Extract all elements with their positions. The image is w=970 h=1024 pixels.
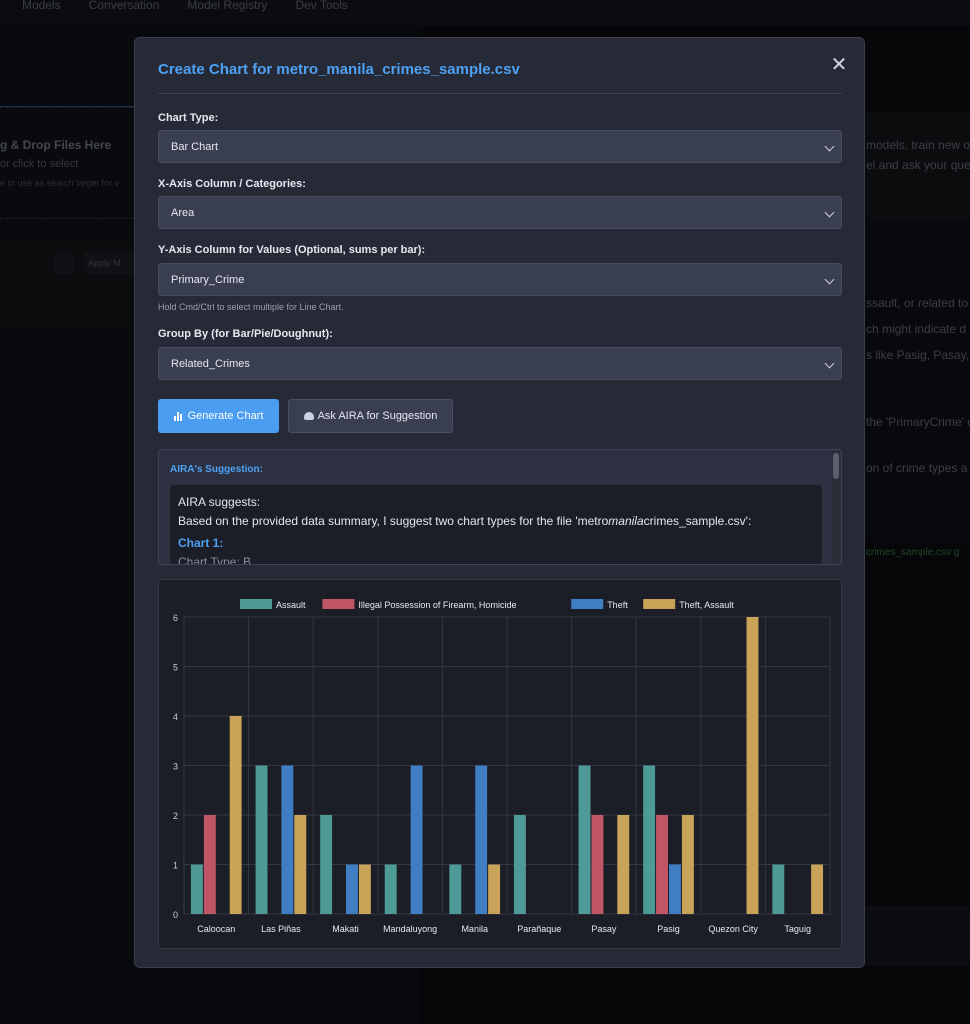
bar — [255, 765, 268, 914]
create-chart-modal: Create Chart for metro_manila_crimes_sam… — [134, 37, 865, 968]
group-by-value: Related_Crimes — [171, 358, 250, 370]
x-tick-label: Pasay — [591, 924, 617, 934]
x-axis-select[interactable]: Area — [158, 196, 842, 229]
x-tick-label: Makati — [332, 924, 359, 934]
bar-chart-icon — [173, 411, 184, 421]
y-tick-label: 1 — [173, 861, 178, 871]
x-tick-label: Parañaque — [517, 924, 561, 934]
x-tick-label: Pasig — [657, 924, 680, 934]
bar — [513, 815, 526, 914]
ask-aira-label: Ask AIRA for Suggestion — [317, 410, 438, 422]
x-axis-label: X-Axis Column / Categories: — [158, 178, 306, 190]
bar — [320, 815, 333, 914]
bar — [449, 864, 462, 914]
y-axis-hint: Hold Cmd/Ctrl to select multiple for Lin… — [158, 302, 344, 312]
y-tick-label: 2 — [173, 811, 178, 821]
bar — [591, 815, 604, 914]
bar — [811, 864, 824, 914]
bar — [617, 815, 630, 914]
legend-label: Theft, Assault — [679, 600, 734, 610]
bar — [384, 864, 397, 914]
generate-chart-button[interactable]: Generate Chart — [158, 399, 279, 433]
chart-type-label: Chart Type: — [158, 112, 219, 124]
x-tick-label: Caloocan — [197, 924, 235, 934]
y-axis-select[interactable]: Primary_Crime — [158, 263, 842, 296]
y-tick-label: 3 — [173, 762, 178, 772]
suggestion-line: Based on the provided data summary, I su… — [178, 514, 752, 528]
bar — [643, 765, 656, 914]
suggestion-title: AIRA's Suggestion: — [170, 464, 263, 475]
group-by-select[interactable]: Related_Crimes — [158, 347, 842, 380]
chevron-down-icon — [824, 358, 835, 369]
y-axis-value: Primary_Crime — [171, 274, 245, 286]
generate-chart-label: Generate Chart — [187, 410, 264, 422]
close-icon[interactable]: ✕ — [828, 54, 850, 76]
legend-swatch — [240, 599, 272, 609]
bar — [346, 864, 358, 914]
chevron-down-icon — [824, 274, 835, 285]
bar — [229, 716, 242, 914]
bar — [410, 765, 423, 914]
legend-swatch — [571, 599, 604, 609]
bar — [681, 815, 694, 914]
suggestion-line: Chart Type: B — [178, 555, 252, 565]
legend-label: Theft — [607, 600, 628, 610]
bar — [488, 864, 501, 914]
legend-swatch — [643, 599, 676, 609]
x-axis-value: Area — [171, 207, 195, 219]
bar — [746, 617, 759, 914]
chevron-down-icon — [824, 207, 835, 218]
y-axis-label: Y-Axis Column for Values (Optional, sums… — [158, 244, 426, 256]
x-tick-label: Mandaluyong — [383, 924, 437, 934]
bar — [772, 864, 785, 914]
modal-title: Create Chart for metro_manila_crimes_sam… — [158, 61, 520, 78]
bar — [656, 815, 668, 914]
y-tick-label: 6 — [173, 613, 178, 623]
suggestion-scroll-thumb[interactable] — [833, 453, 839, 479]
chart-type-select[interactable]: Bar Chart — [158, 130, 842, 163]
brain-icon — [303, 412, 314, 420]
bar — [203, 815, 216, 914]
bar — [281, 765, 294, 914]
legend-label: Assault — [276, 600, 306, 610]
x-tick-label: Las Piñas — [261, 924, 301, 934]
title-divider — [158, 93, 842, 94]
y-tick-label: 5 — [173, 663, 178, 673]
ask-aira-button[interactable]: Ask AIRA for Suggestion — [288, 399, 453, 433]
bar — [475, 765, 488, 914]
suggestion-line: AIRA suggests: — [178, 495, 261, 509]
legend-swatch — [322, 599, 355, 609]
chart-type-value: Bar Chart — [171, 141, 219, 153]
bar — [578, 765, 591, 914]
suggestion-body: AIRA suggests: Based on the provided dat… — [170, 485, 822, 565]
chevron-down-icon — [824, 141, 835, 152]
x-tick-label: Taguig — [784, 924, 811, 934]
legend-label: Illegal Possession of Firearm, Homicide — [358, 600, 516, 610]
group-by-label: Group By (for Bar/Pie/Doughnut): — [158, 328, 333, 340]
bar — [358, 864, 371, 914]
aira-suggestion-panel[interactable]: AIRA's Suggestion: AIRA suggests: Based … — [158, 449, 842, 565]
bar — [190, 864, 203, 914]
y-tick-label: 0 — [173, 910, 178, 920]
x-tick-label: Quezon City — [708, 924, 758, 934]
suggestion-heading: Chart 1: — [178, 536, 224, 550]
y-tick-label: 4 — [173, 712, 178, 722]
bar — [669, 864, 681, 914]
bar-chart: 0 1 2 3 4 5 6 Caloocan Las Piñas Makati Mandaluyon… — [173, 599, 831, 934]
bar — [294, 815, 307, 914]
chart-container: 0 1 2 3 4 5 6 Caloocan Las Piñas Makati Mandaluyon… — [158, 579, 842, 949]
x-tick-label: Manila — [461, 924, 488, 934]
